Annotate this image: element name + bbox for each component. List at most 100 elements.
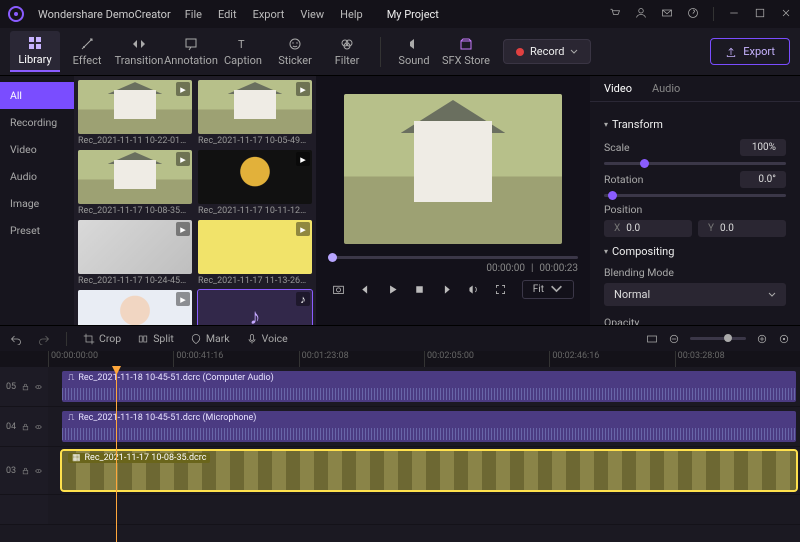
menu-help[interactable]: Help (340, 8, 363, 21)
track-row: 03 ▦Rec_2021-11-17 10-08-35.dcrc (0, 447, 800, 495)
scale-slider[interactable] (604, 162, 786, 165)
blend-value: Normal (614, 288, 650, 301)
project-name: My Project (387, 8, 439, 21)
close-icon[interactable] (780, 7, 792, 22)
auto-ripple-icon[interactable] (646, 333, 658, 345)
media-label: Rec_2021-11-11 10-22-01… (78, 136, 192, 146)
zoom-in-icon[interactable] (756, 333, 768, 345)
app-logo-icon (8, 6, 24, 22)
track-head[interactable]: 04 (0, 407, 48, 446)
cat-audio[interactable]: Audio (0, 163, 74, 190)
eye-icon[interactable] (35, 466, 42, 476)
split-button[interactable]: Split (137, 332, 174, 345)
eye-icon[interactable] (35, 422, 42, 432)
chevron-down-icon (570, 48, 578, 56)
cat-recording[interactable]: Recording (0, 109, 74, 136)
preview-canvas[interactable] (344, 94, 562, 244)
eye-icon[interactable] (35, 382, 42, 392)
main-menu: File Edit Export View Help (185, 8, 363, 21)
audio-icon: ♪ (296, 292, 310, 306)
scale-label: Scale (604, 141, 630, 154)
position-label: Position (604, 203, 642, 216)
track-head[interactable]: 05 (0, 367, 48, 406)
cart-icon[interactable] (609, 7, 621, 22)
fullscreen-icon[interactable] (494, 283, 507, 296)
tab-sound-label: Sound (398, 54, 429, 67)
position-y-input[interactable]: Y0.0 (698, 220, 786, 237)
tab-sound[interactable]: Sound (389, 32, 439, 71)
timeline-clip-video[interactable]: ▦Rec_2021-11-17 10-08-35.dcrc (62, 451, 796, 490)
timeline-ruler[interactable]: 00:00:00:00 00:00:41:16 00:01:23:08 00:0… (0, 351, 800, 367)
tab-effect-label: Effect (73, 54, 102, 67)
record-button[interactable]: Record (503, 39, 591, 64)
snapshot-icon[interactable] (332, 283, 345, 296)
proptab-audio[interactable]: Audio (652, 82, 680, 95)
media-item[interactable]: ▸Rec_2021-11-17 11-13-26… (198, 220, 312, 286)
ruler-tick: 00:00:00:00 (48, 351, 173, 367)
tab-sticker[interactable]: Sticker (270, 32, 320, 71)
export-label: Export (743, 45, 775, 58)
tab-sfx-store[interactable]: SFX Store (441, 32, 491, 71)
media-item[interactable]: ♪+Rec_2021-11-18 10-45-51… (198, 290, 312, 325)
track-head[interactable]: 03 (0, 447, 48, 494)
lock-icon[interactable] (22, 382, 29, 392)
cat-preset[interactable]: Preset (0, 217, 74, 244)
tab-caption[interactable]: TCaption (218, 32, 268, 71)
media-item[interactable]: ▸Rec_2021-11-17 10-08-35… (78, 150, 192, 216)
cat-all[interactable]: All (0, 82, 74, 109)
minimize-icon[interactable] (728, 7, 740, 22)
media-item[interactable]: ▸Rec_2021-11-17 10-11-12… (198, 150, 312, 216)
rotation-slider[interactable] (604, 194, 786, 197)
tab-filter[interactable]: Filter (322, 32, 372, 71)
scale-value[interactable]: 100% (740, 139, 786, 156)
mark-button[interactable]: Mark (190, 332, 230, 345)
tab-library[interactable]: Library (10, 31, 60, 72)
lock-icon[interactable] (22, 422, 29, 432)
section-transform[interactable]: Transform (604, 118, 786, 131)
cat-video[interactable]: Video (0, 136, 74, 163)
position-x-input[interactable]: X0.0 (604, 220, 692, 237)
redo-button[interactable] (38, 333, 50, 345)
stop-icon[interactable] (413, 283, 426, 296)
voice-button[interactable]: Voice (246, 332, 288, 345)
media-item[interactable]: ▸Rec_2021-11-11 10-22-01… (78, 80, 192, 146)
play-icon[interactable] (386, 283, 399, 296)
zoom-slider[interactable] (690, 337, 746, 340)
help-icon[interactable] (687, 7, 699, 22)
next-frame-icon[interactable] (440, 283, 453, 296)
undo-button[interactable] (10, 333, 22, 345)
timeline-clip-audio[interactable]: ⎍Rec_2021-11-18 10-45-51.dcrc (Microphon… (62, 411, 796, 442)
section-compositing[interactable]: Compositing (604, 245, 786, 258)
prev-frame-icon[interactable] (359, 283, 372, 296)
volume-icon[interactable] (467, 283, 480, 296)
media-item[interactable]: ▸Rec_2021-11-17 10-24-45… (78, 220, 192, 286)
menu-file[interactable]: File (185, 8, 202, 21)
seek-bar[interactable] (328, 256, 578, 259)
blend-mode-select[interactable]: Normal (604, 283, 786, 306)
user-icon[interactable] (635, 7, 647, 22)
maximize-icon[interactable] (754, 7, 766, 22)
media-item[interactable]: ▸Rec_2021-11-17 11-20-49… (78, 290, 192, 325)
tab-annotation[interactable]: Annotation (166, 32, 216, 71)
timeline-clip-audio[interactable]: ⎍Rec_2021-11-18 10-45-51.dcrc (Computer … (62, 371, 796, 402)
menu-view[interactable]: View (300, 8, 324, 21)
export-button[interactable]: Export (710, 38, 790, 65)
proptab-video[interactable]: Video (604, 82, 632, 95)
menu-edit[interactable]: Edit (218, 8, 237, 21)
zoom-out-icon[interactable] (668, 333, 680, 345)
tab-effect[interactable]: Effect (62, 32, 112, 71)
media-item[interactable]: ▸Rec_2021-11-17 10-05-49… (198, 80, 312, 146)
rotation-value[interactable]: 0.0° (740, 171, 786, 188)
cat-image[interactable]: Image (0, 190, 74, 217)
mail-icon[interactable] (661, 7, 673, 22)
crop-button[interactable]: Crop (83, 332, 121, 345)
playhead[interactable] (116, 367, 117, 542)
zoom-fit-icon[interactable] (778, 333, 790, 345)
zoom-fit-select[interactable]: Fit (522, 280, 574, 299)
tab-sticker-label: Sticker (278, 54, 312, 67)
track-head[interactable] (0, 495, 48, 524)
record-dot-icon (516, 48, 524, 56)
tab-transition[interactable]: Transition (114, 32, 164, 71)
menu-export[interactable]: Export (253, 8, 285, 21)
lock-icon[interactable] (22, 466, 29, 476)
